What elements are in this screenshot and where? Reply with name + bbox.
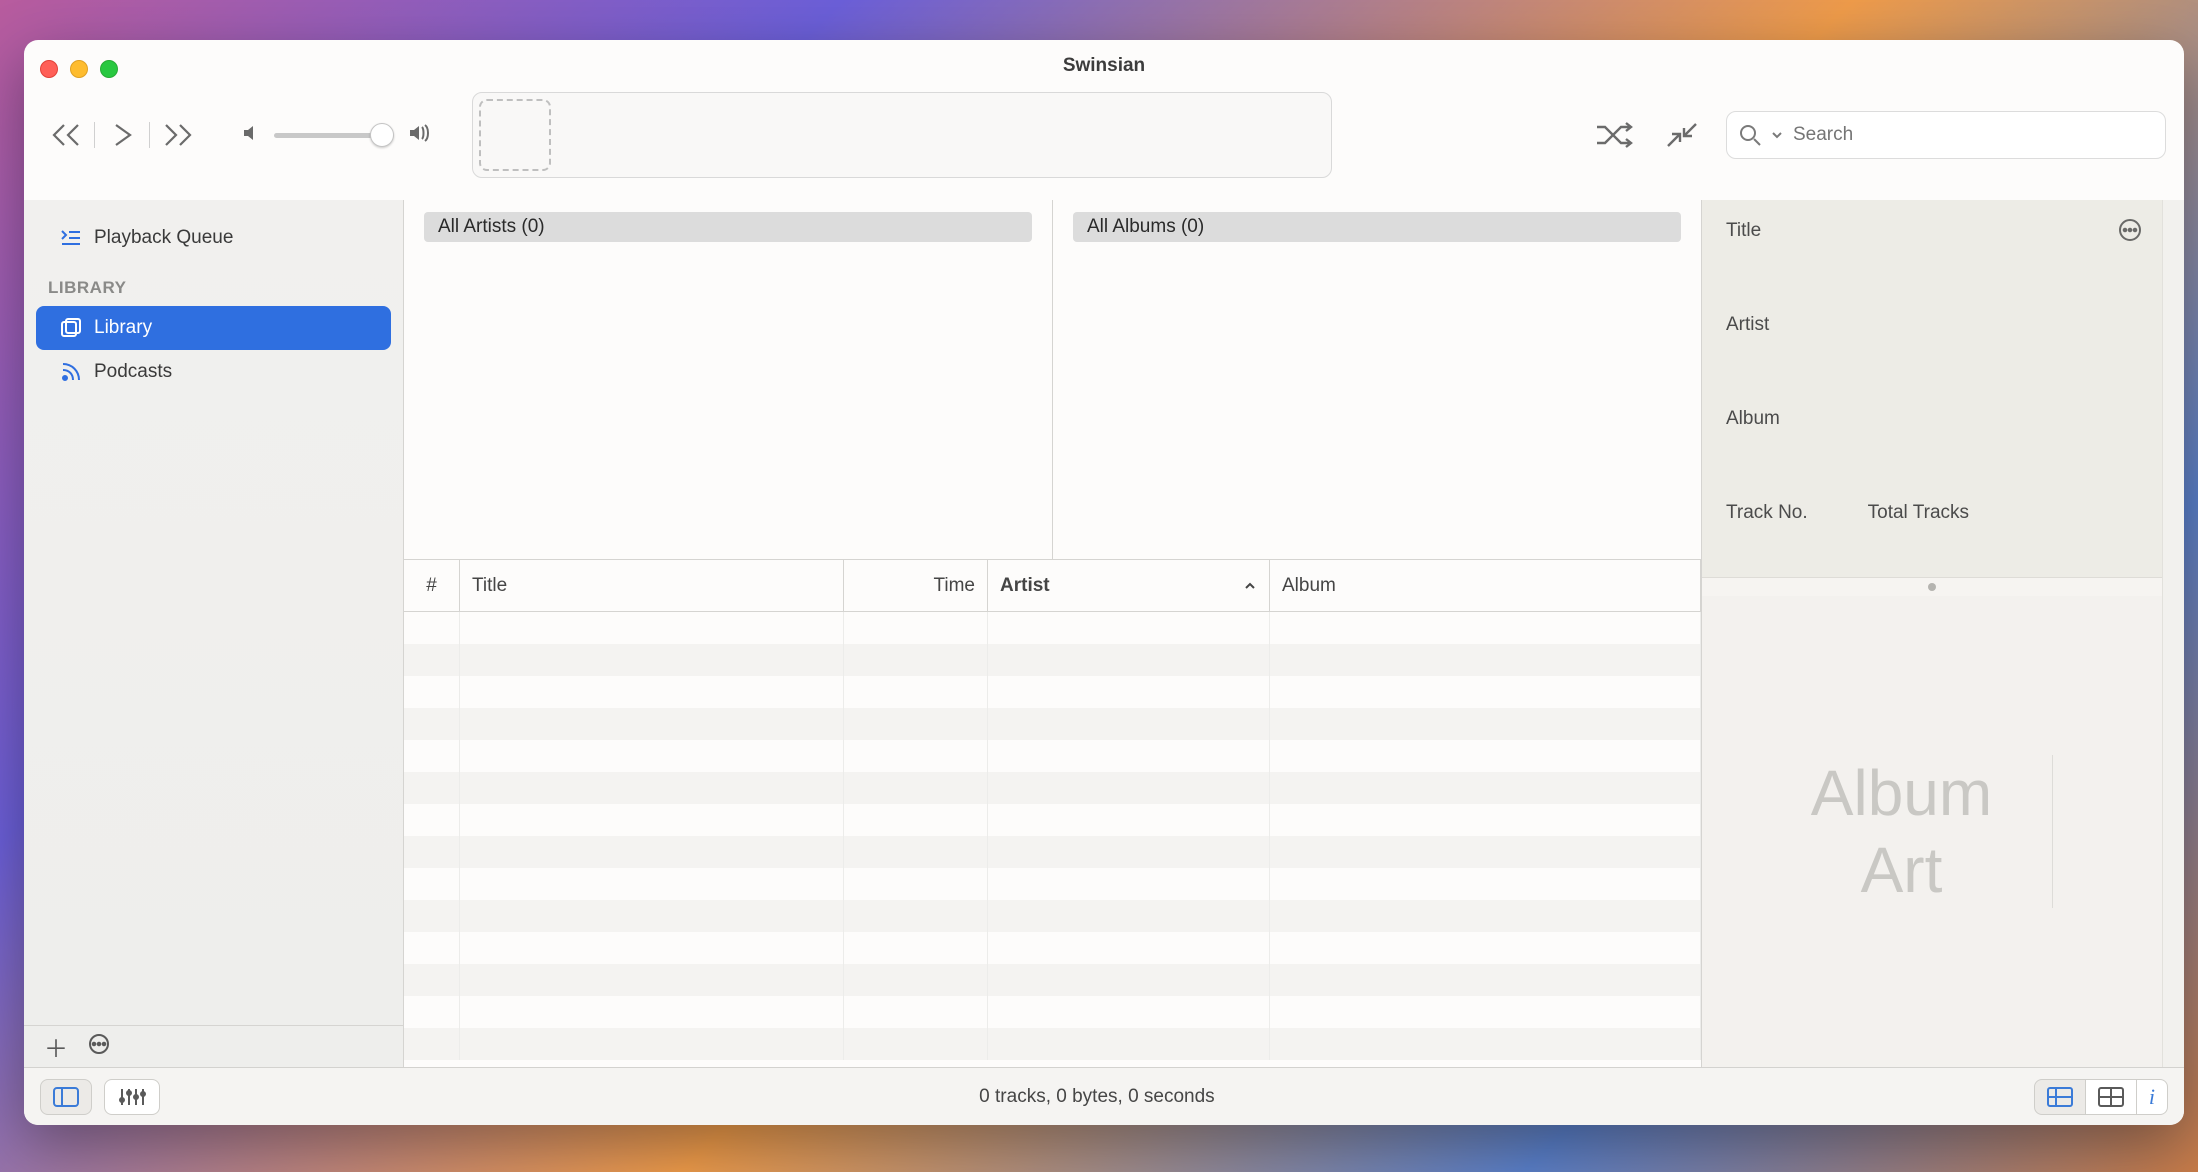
queue-icon [60,227,82,249]
search-input[interactable] [1793,124,2153,146]
sidebar-footer: ＋ [24,1025,403,1067]
sidebar-library[interactable]: Library [36,306,391,350]
maximize-button[interactable] [100,60,118,78]
album-art-area: Album Art [1702,596,2162,1067]
separator [94,122,95,148]
inspector-title-label: Title [1726,220,2138,242]
artists-all-row[interactable]: All Artists (0) [424,212,1032,242]
close-button[interactable] [40,60,58,78]
track-table-header: # Title Time Artist Album [404,560,1701,612]
sidebar-item-label: Playback Queue [94,227,233,249]
sort-asc-icon [1243,579,1257,593]
view-list-button[interactable] [2034,1079,2086,1115]
inspector-metadata: Title Artist Album Track No. Total Track… [1702,200,2162,578]
sidebar-section-library: LIBRARY [24,260,403,306]
inspector-page-indicator[interactable] [1702,578,2162,596]
volume-min-icon [242,124,260,147]
next-button[interactable] [152,114,202,156]
volume-max-icon [408,124,432,147]
album-art-placeholder: Album Art [1811,755,2053,909]
status-bar: 0 tracks, 0 bytes, 0 seconds i [24,1067,2184,1125]
window-title: Swinsian [1063,55,1145,77]
sidebar-playback-queue[interactable]: Playback Queue [36,216,391,260]
column-header-album[interactable]: Album [1270,560,1701,611]
separator [149,122,150,148]
playback-controls [42,114,202,156]
app-window: Swinsian [24,40,2184,1125]
podcast-icon [60,361,82,383]
more-options-button[interactable] [88,1033,110,1060]
albums-browser[interactable]: All Albums (0) [1053,200,1701,559]
column-browser: All Artists (0) All Albums (0) [404,200,1701,560]
inspector-album-label: Album [1726,408,2138,430]
now-playing-art-placeholder [479,99,551,171]
chevron-down-icon[interactable] [1771,129,1783,141]
inspector-trackno-label: Track No. [1726,502,1808,524]
volume-slider[interactable] [274,133,394,138]
status-text: 0 tracks, 0 bytes, 0 seconds [172,1086,2022,1108]
column-header-number[interactable]: # [404,560,460,611]
volume-thumb[interactable] [370,123,394,147]
now-playing-display [472,92,1332,178]
inspector-total-tracks-label: Total Tracks [1868,502,1969,524]
sidebar-item-label: Library [94,317,152,339]
shuffle-button[interactable] [1590,111,1638,159]
column-header-artist[interactable]: Artist [988,560,1270,611]
view-info-button[interactable]: i [2137,1079,2168,1115]
sidebar-podcasts[interactable]: Podcasts [36,350,391,394]
volume-controls [242,124,432,147]
sidebar: Playback Queue LIBRARY Library Podcasts … [24,200,404,1067]
search-field[interactable] [1726,111,2166,159]
toolbar [24,70,2184,200]
column-header-time[interactable]: Time [844,560,988,611]
titlebar: Swinsian [24,40,2184,70]
view-grid-button[interactable] [2086,1079,2137,1115]
play-button[interactable] [97,114,147,156]
inspector-artist-label: Artist [1726,314,2138,336]
toggle-sidebar-button[interactable] [40,1079,92,1115]
albums-all-row[interactable]: All Albums (0) [1073,212,1681,242]
add-playlist-button[interactable]: ＋ [44,1029,68,1064]
inspector-panel: Title Artist Album Track No. Total Track… [1702,200,2162,1067]
track-table-body[interactable] [404,612,1701,1067]
column-header-title[interactable]: Title [460,560,844,611]
inspector-more-button[interactable] [2118,218,2142,247]
window-controls [40,60,118,78]
equalizer-button[interactable] [104,1079,160,1115]
view-mode-segmented: i [2034,1079,2168,1115]
scrollbar[interactable] [2162,200,2184,1067]
previous-button[interactable] [42,114,92,156]
library-icon [60,317,82,339]
main-content: All Artists (0) All Albums (0) # Title T… [404,200,1702,1067]
sidebar-item-label: Podcasts [94,361,172,383]
collapse-button[interactable] [1658,111,1706,159]
artists-browser[interactable]: All Artists (0) [404,200,1053,559]
minimize-button[interactable] [70,60,88,78]
